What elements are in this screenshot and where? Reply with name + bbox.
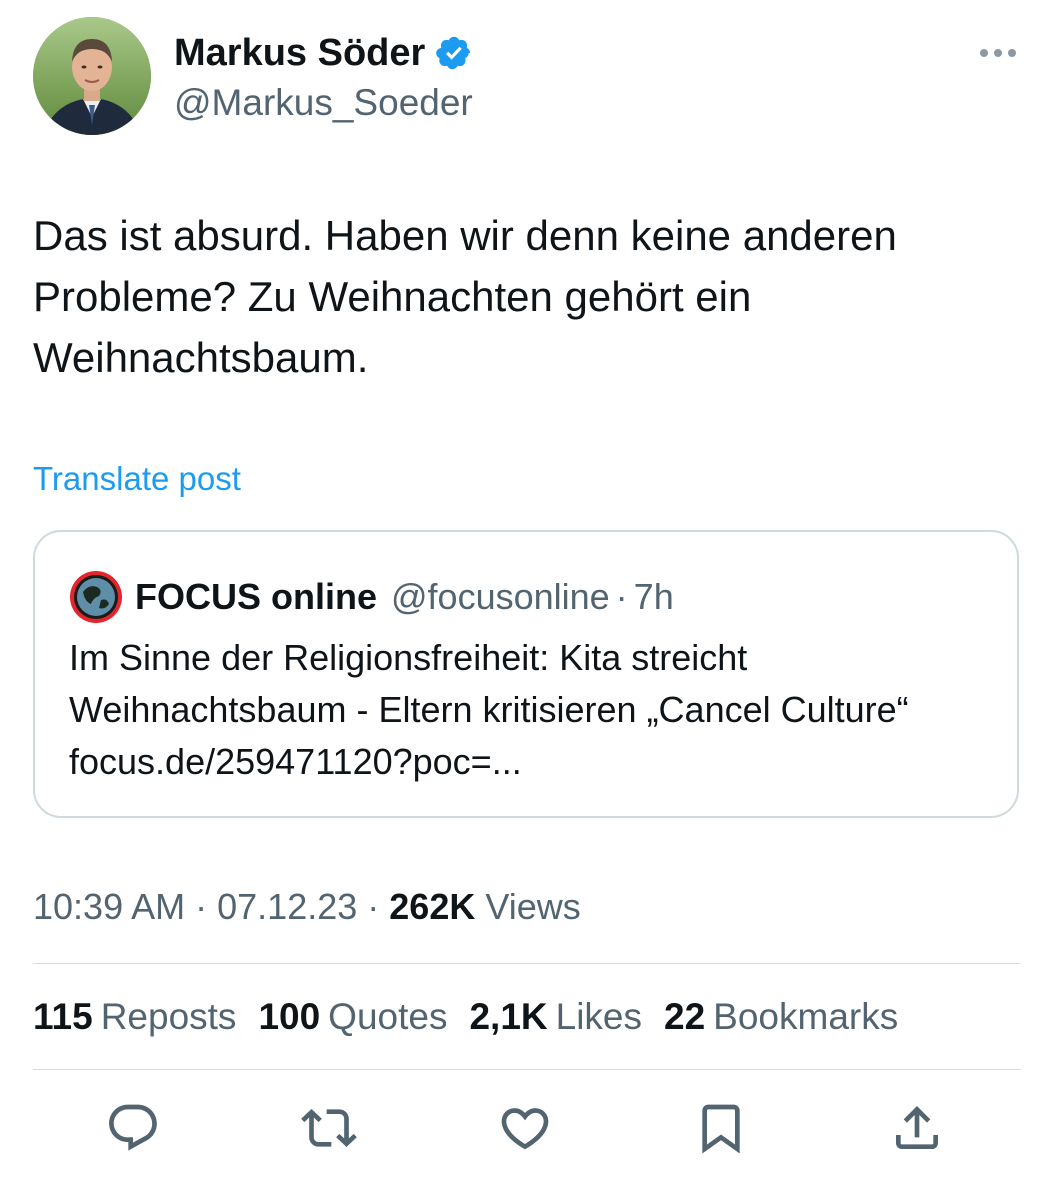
quotes-label: Quotes	[328, 996, 448, 1037]
repost-icon[interactable]	[301, 1100, 357, 1156]
views-label: Views	[485, 886, 581, 927]
action-bar	[0, 1100, 1053, 1160]
post-meta: 10:39 AM · 07.12.23 · 262K Views	[33, 884, 581, 930]
author-name[interactable]: Markus Söder	[174, 30, 425, 76]
bookmarks-label: Bookmarks	[713, 996, 899, 1037]
quoted-post[interactable]: FOCUS online @focusonline · 7h Im Sinne …	[33, 530, 1019, 818]
post-time[interactable]: 10:39 AM	[33, 886, 185, 927]
quotes-stat[interactable]: 100 Quotes	[258, 994, 447, 1040]
bookmarks-stat[interactable]: 22 Bookmarks	[664, 994, 898, 1040]
meta-separator: ·	[367, 886, 390, 927]
quoted-post-header: FOCUS online @focusonline · 7h	[69, 570, 674, 624]
share-icon[interactable]	[889, 1100, 945, 1156]
focus-online-logo-icon	[70, 571, 122, 623]
quoted-author-name: FOCUS online	[135, 576, 377, 617]
likes-count: 2,1K	[469, 996, 548, 1037]
author-name-row[interactable]: Markus Söder	[174, 30, 473, 76]
quoted-post-text: Im Sinne der Religionsfreiheit: Kita str…	[69, 637, 909, 782]
reposts-label: Reposts	[100, 996, 237, 1037]
bookmarks-count: 22	[664, 996, 706, 1037]
meta-separator: ·	[195, 886, 218, 927]
divider	[33, 963, 1021, 964]
reposts-stat[interactable]: 115 Reposts	[33, 994, 236, 1040]
views-count: 262K	[389, 886, 476, 927]
bookmark-icon[interactable]	[693, 1100, 749, 1156]
like-icon[interactable]	[497, 1100, 553, 1156]
author-avatar[interactable]	[33, 17, 151, 135]
reply-icon[interactable]	[105, 1100, 161, 1156]
quoted-separator: ·	[615, 576, 628, 617]
verified-badge-icon	[436, 36, 471, 70]
likes-stat[interactable]: 2,1K Likes	[469, 994, 642, 1040]
quoted-post-age: 7h	[633, 576, 674, 617]
avatar-photo	[33, 17, 151, 135]
divider	[33, 1069, 1021, 1070]
quotes-count: 100	[258, 996, 321, 1037]
post-date[interactable]: 07.12.23	[217, 886, 357, 927]
reposts-count: 115	[33, 996, 93, 1037]
engagement-stats: 115 Reposts 100 Quotes 2,1K Likes 22 Bookmar…	[33, 994, 920, 1040]
more-options-icon[interactable]	[975, 38, 1021, 68]
translate-post-link[interactable]: Translate post	[33, 458, 241, 500]
post-text: Das ist absurd. Haben wir denn keine and…	[33, 212, 897, 381]
likes-label: Likes	[555, 996, 643, 1037]
author-handle[interactable]: @Markus_Soeder	[174, 80, 473, 126]
quoted-author-handle: @focusonline	[391, 576, 610, 617]
